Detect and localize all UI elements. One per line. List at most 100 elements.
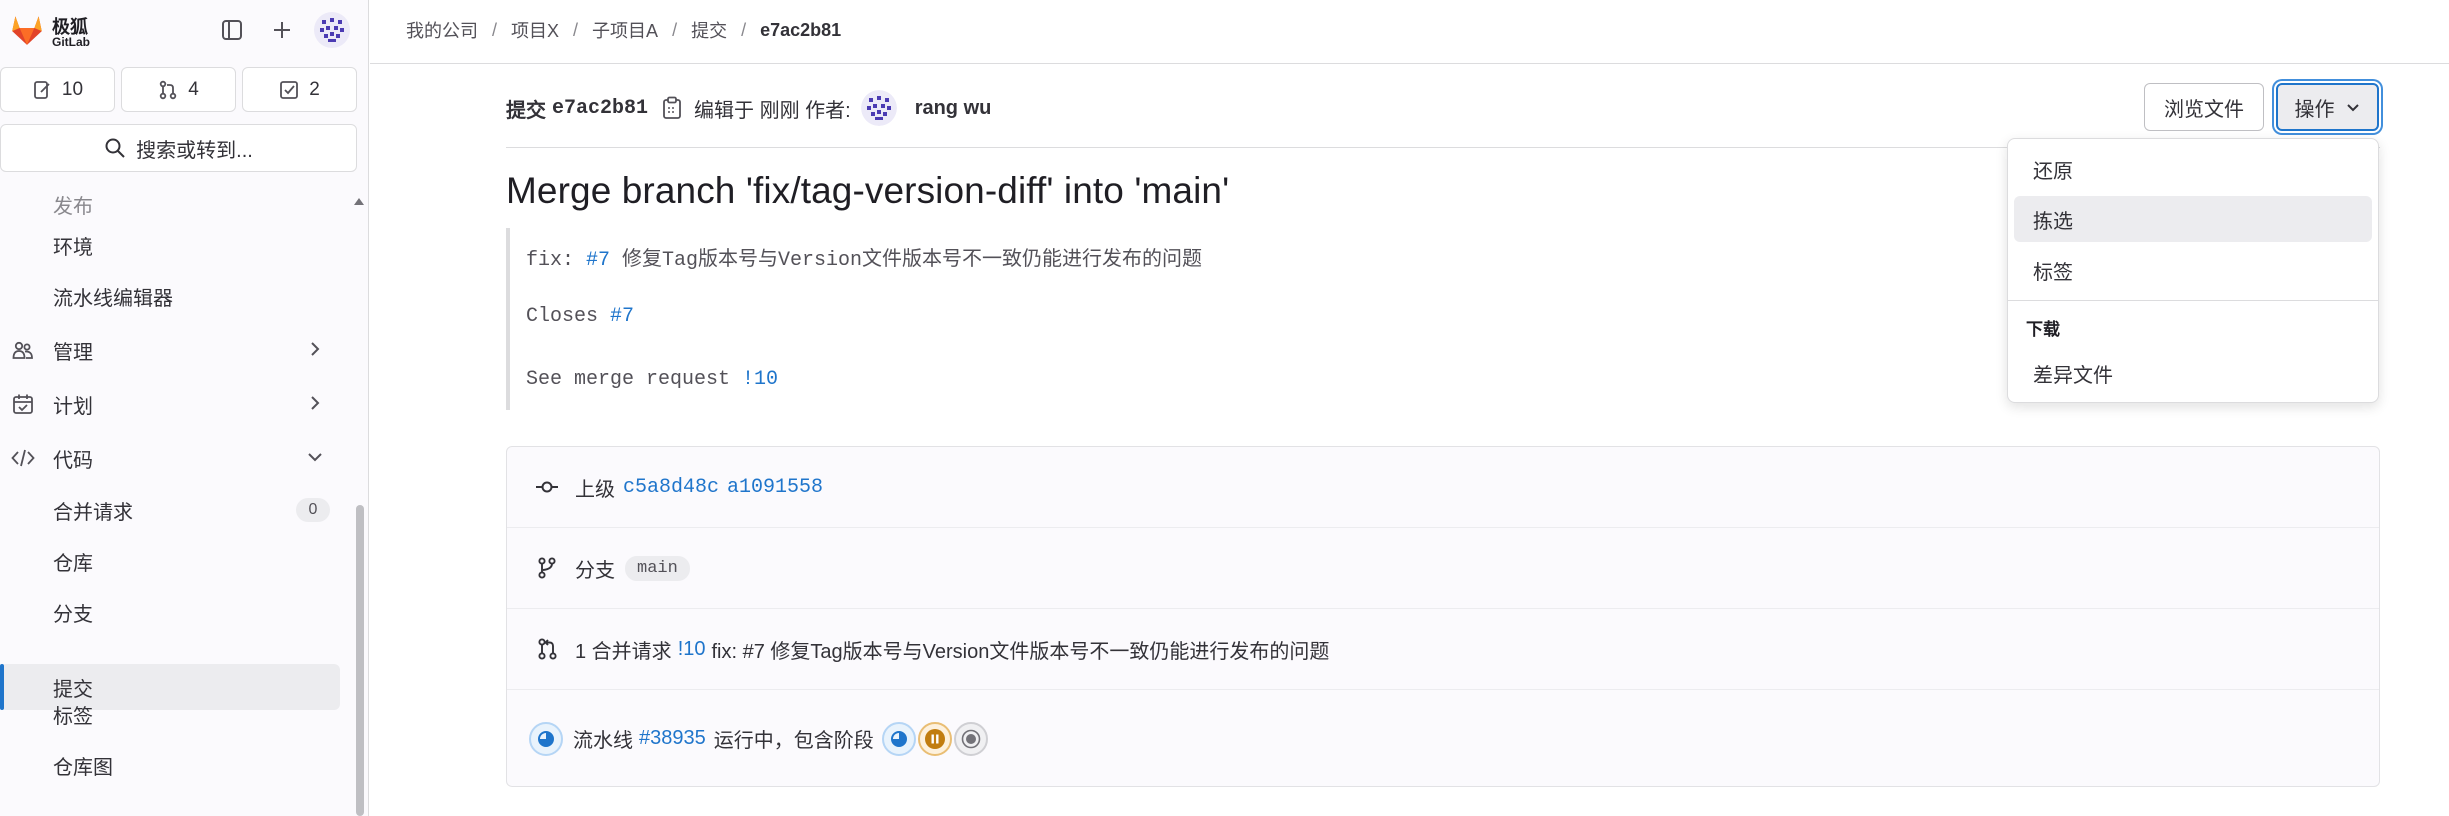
operations-dropdown-button[interactable]: 操作 [2276,83,2379,131]
sidebar-item-merge-requests[interactable]: 合并请求 0 [0,487,340,533]
commit-title: Merge branch 'fix/tag-version-diff' into… [506,170,1230,211]
stage-paused-icon[interactable] [917,721,952,756]
message-text: See merge request [526,368,743,391]
author-avatar[interactable] [860,90,897,126]
breadcrumb-separator: / [573,19,579,40]
merge-request-link[interactable]: !10 [678,638,706,661]
pipeline-link[interactable]: #38935 [639,727,706,750]
sidebar-item-label: 流水线编辑器 [53,287,173,310]
breadcrumb: 我的公司 / 项目X / 子项目A / 提交 / e7ac2b81 [406,17,841,43]
stage-pending-icon[interactable] [953,721,988,756]
sidebar-item-label: 合并请求 [53,501,133,524]
browse-files-button[interactable]: 浏览文件 [2144,83,2264,131]
toggle-sidebar-button[interactable] [214,12,250,48]
top-bar: 我的公司 / 项目X / 子项目A / 提交 / e7ac2b81 [370,0,2449,64]
sidebar-section-label: 管理 [53,341,93,364]
operations-label: 操作 [2294,98,2335,121]
sidebar-item-branches[interactable]: 分支 [0,589,340,635]
merge-requests-counter[interactable]: 4 [121,67,236,112]
parents-row: 上级 c5a8d48c a1091558 [507,447,2379,528]
merge-request-prefix: 1 合并请求 [575,640,672,663]
code-icon [10,445,36,471]
chevron-right-icon [311,342,320,356]
sidebar-item-repository[interactable]: 仓库 [0,538,340,584]
parents-label: 上级 [575,478,615,501]
sidebar-scroll-thumb[interactable] [356,505,364,816]
message-line: fix: #7 修复Tag版本号与Version文件版本号不一致仍能进行发布的问… [526,242,1202,272]
sidebar-item-tags[interactable]: 标签 [0,691,340,737]
menu-divider [2008,300,2378,301]
chevron-down-icon [2346,104,2359,112]
calendar-icon [10,391,36,417]
todos-counter[interactable]: 2 [242,67,357,112]
breadcrumb-current-commit[interactable]: e7ac2b81 [760,20,841,41]
brand-subtitle: GitLab [52,35,90,49]
branch-label: 分支 [575,559,615,582]
sidebar-section-label: 代码 [53,449,93,472]
menu-item-email-patch[interactable]: 差异文件 [2014,350,2372,396]
stage-running-icon[interactable] [881,721,916,756]
issues-count: 10 [61,78,84,100]
pipeline-row: 流水线 #38935 运行中，包含阶段 [507,690,2379,787]
sidebar-item-deploy[interactable]: 发布 [0,184,340,224]
branch-row: 分支 main [507,528,2379,609]
issue-link[interactable]: #7 [586,249,610,272]
search-icon [105,138,125,158]
menu-item-revert[interactable]: 还原 [2014,146,2372,192]
breadcrumb-company[interactable]: 我的公司 [406,17,478,43]
commit-header: 提交 e7ac2b81 编辑于 刚刚 作者: rang wu [506,88,991,128]
users-icon [10,337,36,363]
clipboard-icon [663,96,681,119]
breadcrumb-subproject[interactable]: 子项目A [592,17,658,43]
menu-item-tag[interactable]: 标签 [2014,247,2372,293]
breadcrumb-commits[interactable]: 提交 [691,17,727,43]
parent-commit-link[interactable]: c5a8d48c [623,476,719,499]
sidebar-item-environments[interactable]: 环境 [0,222,340,268]
commit-label: 提交 [506,99,546,122]
scroll-up-icon [354,198,364,205]
message-line: See merge request !10 [526,368,778,391]
message-text: 修复Tag版本号与Version文件版本号不一致仍能进行发布的问题 [610,249,1203,272]
pipeline-running-icon[interactable] [529,721,563,756]
message-text: fix: [526,249,587,272]
todos-count: 2 [309,78,320,100]
author-name[interactable]: rang wu [915,97,992,120]
sidebar-item-pipeline-editor[interactable]: 流水线编辑器 [0,273,340,319]
sidebar-item-label: 仓库 [53,552,93,575]
sidebar-toggle-icon [222,20,242,40]
gitlab-logo-icon[interactable] [8,10,46,48]
issues-icon [34,80,50,99]
sidebar-header: 极狐 GitLab [0,0,369,58]
merge-request-icon [160,80,177,99]
search-button[interactable]: 搜索或转到... [0,124,357,172]
sidebar-item-label: 分支 [53,603,93,626]
todo-icon [280,80,299,99]
merge-requests-count: 4 [188,78,199,100]
commit-message: fix: #7 修复Tag版本号与Version文件版本号不一致仍能进行发布的问… [506,228,1706,410]
issue-link[interactable]: #7 [610,305,634,328]
sidebar-section-code[interactable]: 代码 [0,435,340,481]
message-line: Closes #7 [526,305,634,328]
user-avatar-button[interactable] [314,12,350,48]
sidebar-item-label: 发布 [53,195,93,218]
search-label: 搜索或转到... [136,139,253,162]
copy-sha-button[interactable] [662,96,682,120]
issues-counter[interactable]: 10 [0,67,115,112]
breadcrumb-project[interactable]: 项目X [511,17,559,43]
sidebar-section-plan[interactable]: 计划 [0,381,340,427]
plus-icon [274,22,290,38]
commit-sha: e7ac2b81 [552,96,649,120]
sidebar: 极狐 GitLab 10 4 2 搜索或转到... 发布 环境 流水线编辑器 管… [0,0,369,816]
sidebar-item-label: 仓库图 [53,756,113,779]
parent-commit-link[interactable]: a1091558 [727,476,823,499]
sidebar-item-repository-graph[interactable]: 仓库图 [0,742,340,788]
menu-item-cherry-pick[interactable]: 拣选 [2014,196,2372,242]
merge-request-row: 1 合并请求 !10 fix: #7 修复Tag版本号与Version文件版本号… [507,609,2379,690]
merge-request-link[interactable]: !10 [742,368,778,391]
branch-badge[interactable]: main [625,555,690,581]
sidebar-item-label: 标签 [53,705,93,728]
pipeline-status-text: 运行中，包含阶段 [713,730,874,752]
sidebar-section-manage[interactable]: 管理 [0,327,340,373]
breadcrumb-separator: / [492,19,498,40]
create-new-button[interactable] [264,12,300,48]
